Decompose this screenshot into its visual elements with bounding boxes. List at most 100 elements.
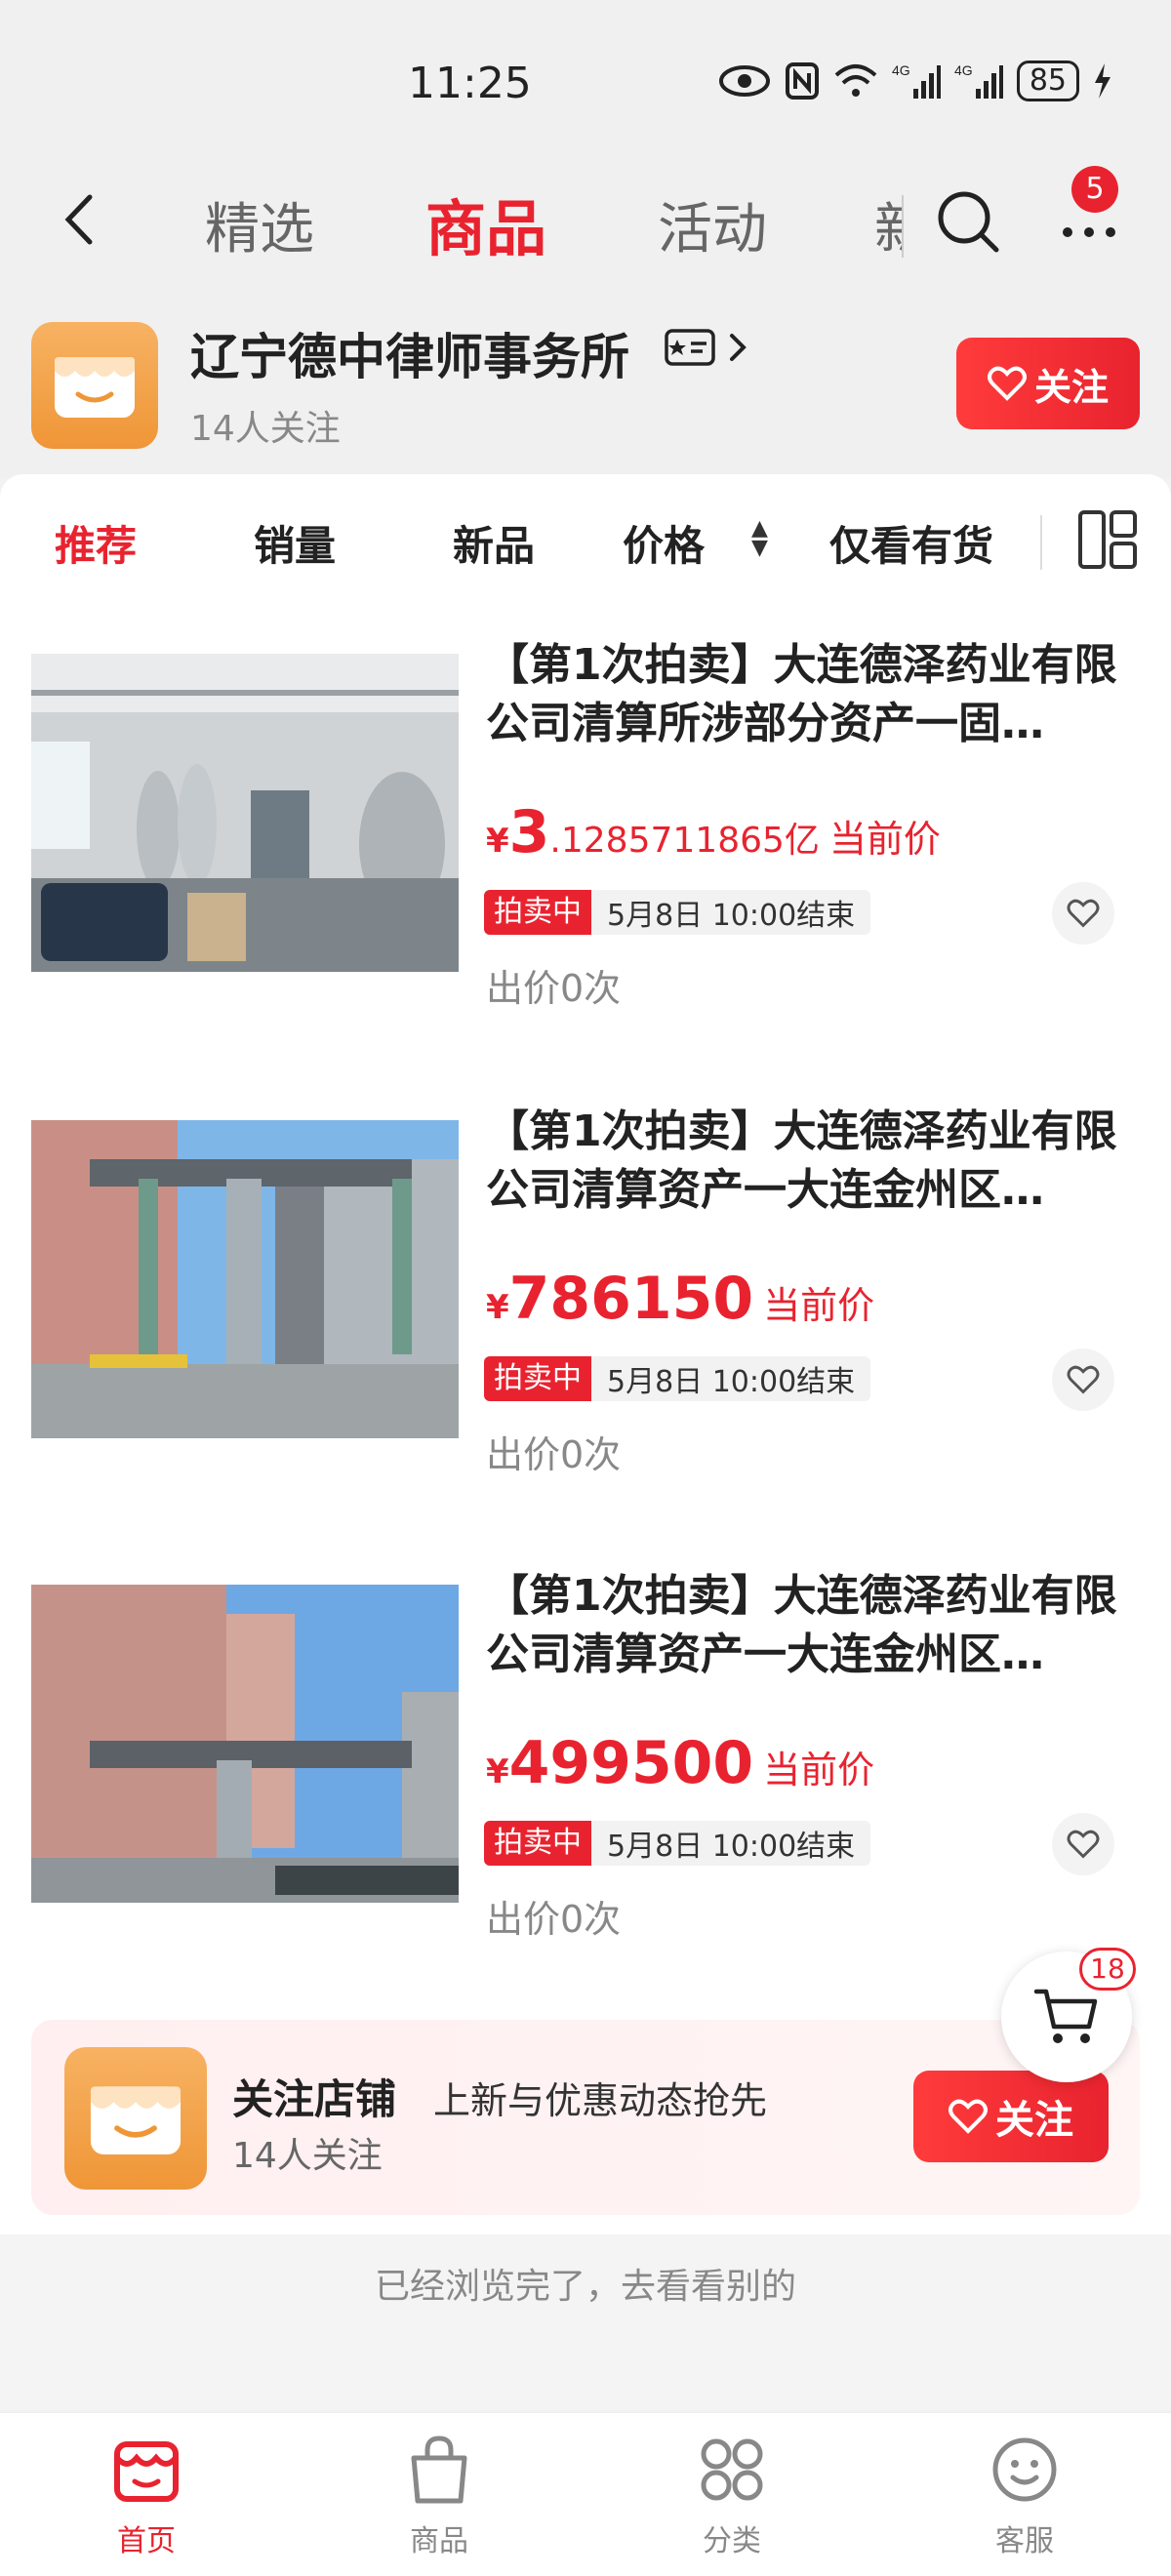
end-time: 5月8日 10:00结束 [607,899,856,933]
product-price: ¥ 786150 当前价 [486,1265,874,1333]
banner-follow-label: 关注 [995,2098,1073,2143]
status-time: 11:25 [408,59,532,108]
price-label: 当前价 [763,1749,875,1791]
status-bar: 11:25 4G 4G 85 [0,0,1171,156]
certified-badge-icon [665,329,715,366]
cart-badge: 18 [1079,1948,1136,1991]
chevron-right-icon[interactable] [726,328,749,367]
nav-divider [902,195,904,258]
heart-icon [987,366,1027,401]
product-title[interactable]: 【第1次拍卖】大连德泽药业有限公司清算资产一大连金州区… [486,1567,1130,1684]
status-icons: 4G 4G 85 [718,60,1112,101]
product-price: ¥ 3 .1285711865亿 当前价 [486,798,941,866]
bottom-tab-service[interactable]: 客服 [947,2431,1103,2559]
bottom-tab-bar: 首页 商品 分类 客服 [0,2412,1171,2576]
price-label: 当前价 [763,1284,875,1327]
filter-in-stock[interactable]: 仅看有货 [829,513,993,573]
store-icon [55,357,135,418]
price-main: 786150 [508,1265,754,1333]
bottom-tab-products[interactable]: 商品 [361,2431,517,2559]
signal-4g-icon: 4G [892,62,941,99]
tab-featured[interactable]: 精选 [205,185,314,264]
product-title[interactable]: 【第1次拍卖】大连德泽药业有限公司清算所涉部分资产一固… [486,636,1130,753]
bid-count: 出价0次 [486,1898,622,1941]
charging-icon [1095,63,1110,99]
product-image[interactable] [31,1585,459,1903]
banner-shop-logo[interactable] [64,2047,207,2190]
shop-header: 辽宁德中律师事务所 14人关注 关注 [0,293,1171,478]
heart-outline-icon [1067,1365,1100,1394]
search-icon[interactable] [932,185,1004,258]
filter-price[interactable]: 价格 [623,513,705,573]
battery-indicator: 85 [1016,60,1079,101]
shop-name-icons [664,328,749,367]
end-time: 5月8日 10:00结束 [607,1365,856,1399]
filter-new[interactable]: 新品 [453,513,535,573]
banner-subtitle: 上新与优惠动态抢先 [433,2079,768,2122]
filter-divider [1040,515,1042,570]
shop-logo[interactable] [31,322,158,449]
favorite-button[interactable] [1052,1348,1114,1411]
categories-icon [701,2438,763,2501]
price-rest: .1285711865亿 [549,821,820,861]
more-badge: 5 [1071,166,1118,213]
svg-text:4G: 4G [892,62,910,78]
favorite-button[interactable] [1052,882,1114,945]
currency-symbol: ¥ [486,822,509,861]
cart-icon [1033,1989,1098,2043]
end-of-list: 已经浏览完了，去看看别的 [0,2234,1171,2410]
heart-outline-icon [1067,899,1100,928]
product-list-container: 推荐 销量 新品 价格 ▲ ▼ 仅看有货 【第1次拍卖】大连德泽药业有限公司清算… [0,474,1171,2234]
tab-activities[interactable]: 活动 [658,185,767,264]
bottom-tab-categories[interactable]: 分类 [654,2431,810,2559]
tab-products[interactable]: 商品 [425,180,546,267]
price-label: 当前价 [828,818,941,861]
banner-title: 关注店铺 [232,2075,397,2123]
store-icon [90,2086,182,2155]
auction-status: 拍卖中 5月8日 10:00结束 [484,1821,871,1866]
top-nav: 精选 商品 活动 新 5 [0,156,1171,293]
signal-4g-icon-2: 4G [954,62,1003,99]
bottom-tab-label: 首页 [117,2524,176,2558]
follow-shop-banner: 关注店铺 上新与优惠动态抢先 14人关注 关注 [31,2020,1140,2215]
bottom-tab-label: 商品 [410,2524,468,2558]
currency-symbol: ¥ [486,1288,509,1327]
shop-name[interactable]: 辽宁德中律师事务所 [190,318,629,388]
heart-outline-icon [1067,1830,1100,1859]
auction-status: 拍卖中 5月8日 10:00结束 [484,890,871,935]
eye-icon [718,65,770,97]
favorite-button[interactable] [1052,1813,1114,1875]
heart-icon [949,2099,988,2134]
sort-arrows-icon[interactable]: ▲ ▼ [751,518,768,559]
svg-text:4G: 4G [954,62,973,78]
bottom-tab-home[interactable]: 首页 [68,2431,224,2559]
filter-recommended[interactable]: 推荐 [55,513,137,573]
follow-button-label: 关注 [1033,365,1109,409]
status-badge: 拍卖中 [484,1821,591,1866]
product-image[interactable] [31,1120,459,1438]
tab-new[interactable]: 新 [874,185,902,264]
bid-count: 出价0次 [486,967,622,1010]
customer-service-icon [992,2437,1057,2502]
nfc-icon [785,62,819,100]
currency-symbol: ¥ [486,1752,509,1791]
end-of-list-text: 已经浏览完了，去看看别的 [374,2267,796,2307]
end-time: 5月8日 10:00结束 [607,1830,856,1864]
product-price: ¥ 499500 当前价 [486,1729,874,1797]
layout-toggle-icon[interactable] [1077,509,1138,570]
follow-button[interactable]: 关注 [956,338,1140,429]
price-main: 499500 [508,1729,754,1797]
shopping-bag-icon [411,2435,467,2504]
filter-sales[interactable]: 销量 [254,513,336,573]
bid-count: 出价0次 [486,1433,622,1476]
bottom-tab-label: 客服 [995,2524,1054,2558]
back-icon[interactable] [47,185,115,254]
product-card[interactable]: 【第1次拍卖】大连德泽药业有限公司清算资产一大连金州区… ¥ 786150 当前… [0,1073,1171,1503]
product-card[interactable]: 【第1次拍卖】大连德泽药业有限公司清算所涉部分资产一固… ¥ 3 .128571… [0,607,1171,1036]
product-card[interactable]: 【第1次拍卖】大连德泽药业有限公司清算资产一大连金州区… ¥ 499500 当前… [0,1538,1171,1967]
filter-bar: 推荐 销量 新品 价格 ▲ ▼ 仅看有货 [0,474,1171,601]
auction-status: 拍卖中 5月8日 10:00结束 [484,1356,871,1401]
product-image[interactable] [31,654,459,972]
banner-follow-button[interactable]: 关注 [913,2071,1109,2162]
product-title[interactable]: 【第1次拍卖】大连德泽药业有限公司清算资产一大连金州区… [486,1103,1130,1220]
